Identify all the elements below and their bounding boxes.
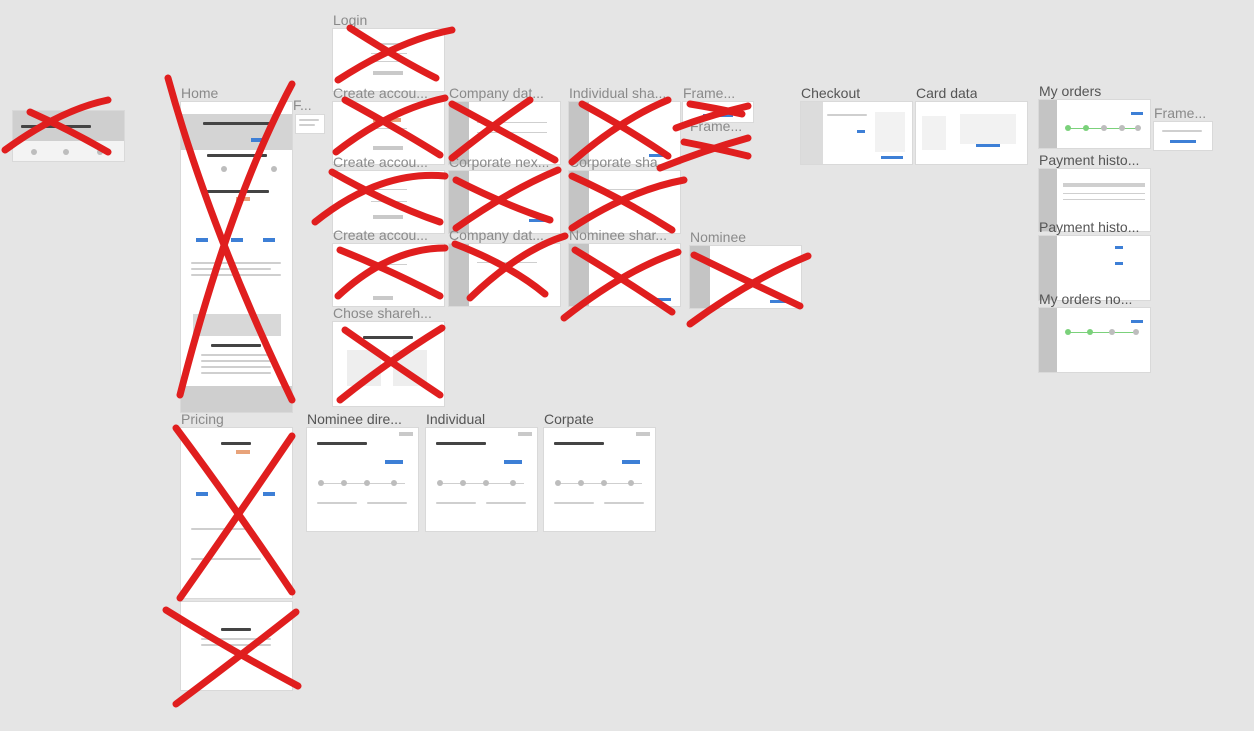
frame-label-create-account-1: Create accou... xyxy=(333,85,428,101)
frame-login[interactable] xyxy=(333,29,444,91)
frame-label-frame-3: Frame... xyxy=(1154,105,1207,121)
frame-nominee[interactable] xyxy=(690,246,801,308)
frame-label-company-data-1: Company dat... xyxy=(449,85,544,101)
frame-label-frame-1: Frame... xyxy=(683,85,736,101)
frame-label-my-orders-no: My orders no... xyxy=(1039,291,1133,307)
frame-label-corporate-next: Corporate nex... xyxy=(449,154,550,170)
frame-label-pricing: Pricing xyxy=(181,411,224,427)
frame-label-nominee-share: Nominee shar... xyxy=(569,227,668,243)
frame-checkout[interactable] xyxy=(801,102,912,164)
frame-label-create-account-3: Create accou... xyxy=(333,227,428,243)
frame-label-home: Home xyxy=(181,85,219,101)
frame-thumbnail-hero[interactable] xyxy=(13,111,124,161)
frame-nominee-director[interactable] xyxy=(307,428,418,531)
frame-label-corpate: Corpate xyxy=(544,411,594,427)
strike-frame-2 xyxy=(680,138,752,160)
frame-label-login: Login xyxy=(333,12,368,28)
frame-label-my-orders: My orders xyxy=(1039,83,1102,99)
frame-label-card-data: Card data xyxy=(916,85,978,101)
frame-create-account-3[interactable] xyxy=(333,244,444,306)
frame-label-nominee: Nominee xyxy=(690,229,747,245)
frame-about[interactable] xyxy=(181,602,292,690)
frame-label-company-data-2: Company dat... xyxy=(449,227,544,243)
frame-label-nominee-director: Nominee dire... xyxy=(307,411,402,427)
frame-pricing[interactable] xyxy=(181,428,292,598)
frame-create-account-2[interactable] xyxy=(333,171,444,233)
design-canvas: Home F... Login Create accou... Create a… xyxy=(0,0,1254,731)
frame-corpate[interactable] xyxy=(544,428,655,531)
frame-my-orders-no[interactable] xyxy=(1039,308,1150,372)
frame-corporate-sha[interactable] xyxy=(569,171,680,233)
frame-my-orders[interactable] xyxy=(1039,100,1150,148)
frame-corporate-next[interactable] xyxy=(449,171,560,233)
frame-1[interactable] xyxy=(683,102,753,122)
frame-individual[interactable] xyxy=(426,428,537,531)
frame-label-chose-shareholder: Chose shareh... xyxy=(333,305,432,321)
frame-label-create-account-2: Create accou... xyxy=(333,154,428,170)
frame-3[interactable] xyxy=(1154,122,1212,150)
frame-label-f: F... xyxy=(293,97,312,113)
frame-label-corporate-sha: Corporate sha... xyxy=(569,154,670,170)
frame-label-individual-sha: Individual sha... xyxy=(569,85,667,101)
frame-company-data-2[interactable] xyxy=(449,244,560,306)
frame-chose-shareholder[interactable] xyxy=(333,322,444,406)
frame-f-small[interactable] xyxy=(296,115,324,133)
frame-home[interactable] xyxy=(181,102,292,412)
frame-card-data[interactable] xyxy=(916,102,1027,164)
frame-label-payment-history-1: Payment histo... xyxy=(1039,152,1140,168)
frame-label-payment-history-2: Payment histo... xyxy=(1039,219,1140,235)
frame-nominee-share[interactable] xyxy=(569,244,680,306)
frame-label-checkout: Checkout xyxy=(801,85,861,101)
frame-label-individual: Individual xyxy=(426,411,486,427)
